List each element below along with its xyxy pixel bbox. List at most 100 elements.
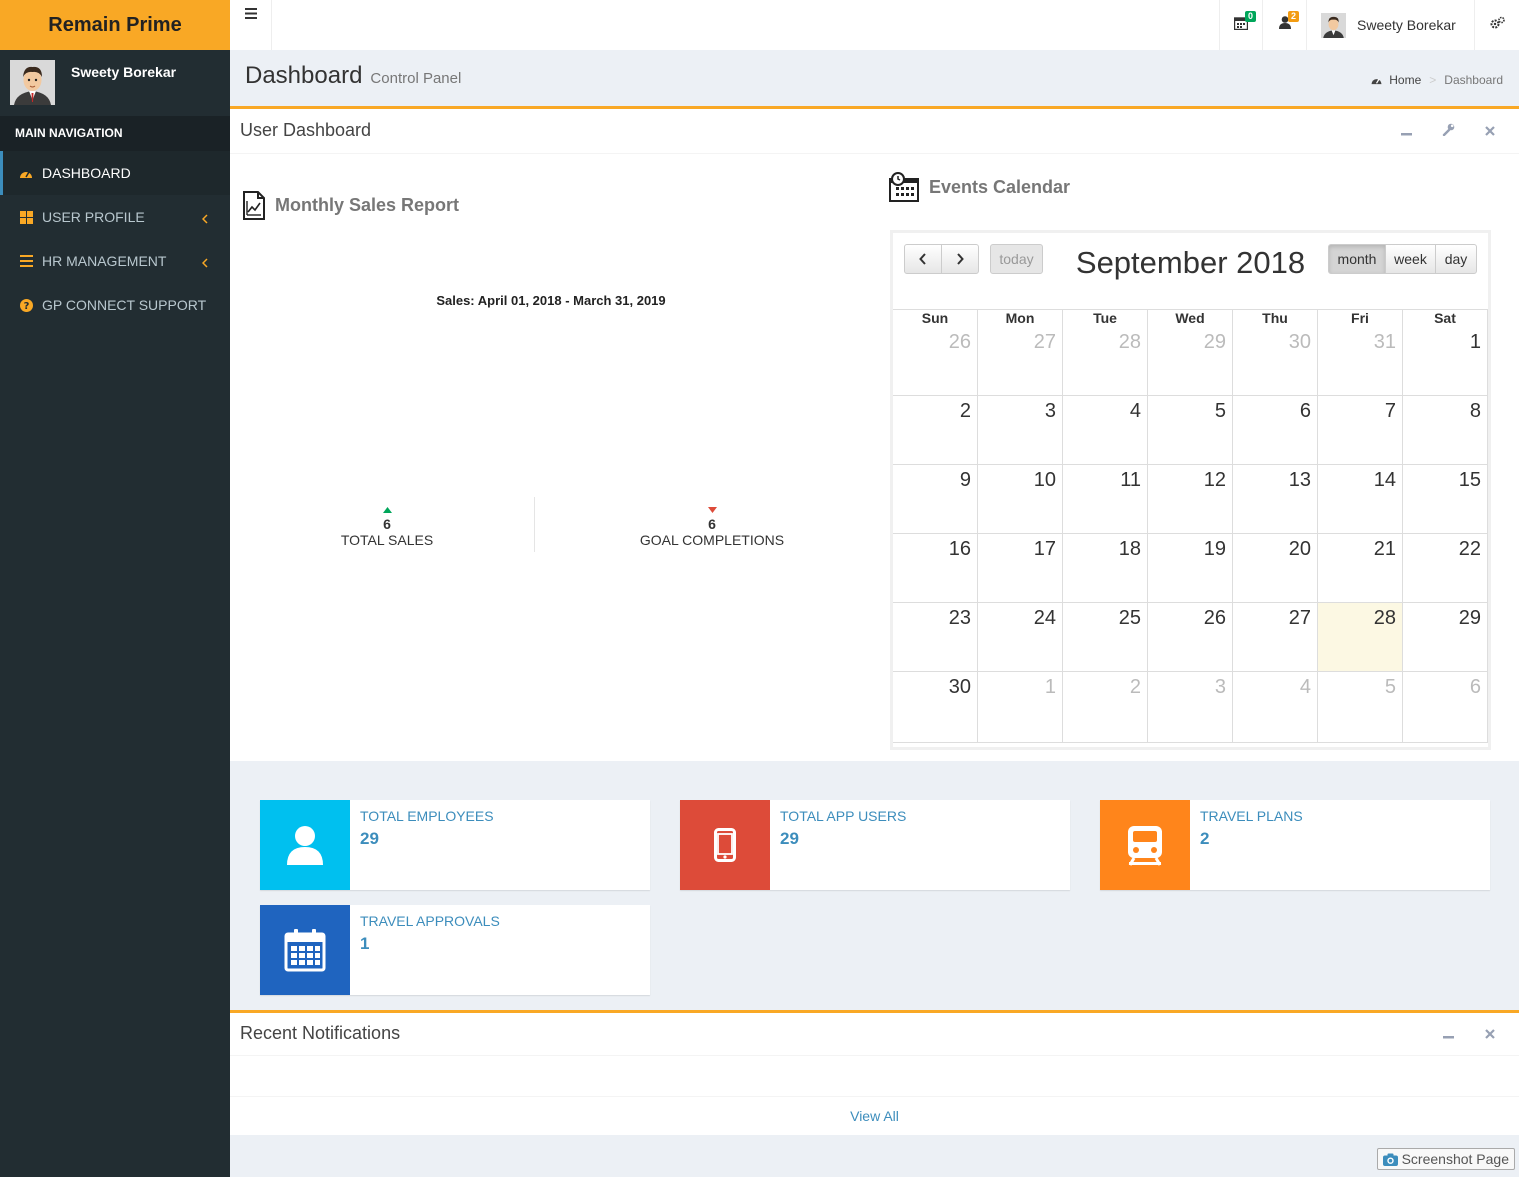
calendar-day-cell[interactable]: 6 bbox=[1403, 672, 1488, 743]
calendar-month-view-button[interactable]: month bbox=[1328, 244, 1386, 274]
calendar-day-cell[interactable]: 16 bbox=[893, 534, 978, 603]
app-logo[interactable]: Remain Prime bbox=[0, 0, 230, 50]
travel-approvals-card[interactable]: TRAVEL APPROVALS 1 bbox=[260, 905, 650, 995]
calendar-day-cell[interactable]: 9 bbox=[893, 465, 978, 534]
goal-completions-value: 6 bbox=[708, 516, 716, 532]
total-employees-card[interactable]: TOTAL EMPLOYEES 29 bbox=[260, 800, 650, 890]
total-app-users-card[interactable]: TOTAL APP USERS 29 bbox=[680, 800, 1070, 890]
calendar-day-cell[interactable]: 14 bbox=[1318, 465, 1403, 534]
calendar-day-cell[interactable]: 5 bbox=[1148, 396, 1233, 465]
sidebar-item-gp-connect-support[interactable]: ? GP CONNECT SUPPORT bbox=[0, 283, 230, 327]
calendar-day-cell[interactable]: 28 bbox=[1318, 603, 1403, 672]
calendar-day-cell[interactable]: 22 bbox=[1403, 534, 1488, 603]
calendar-day-cell[interactable]: 5 bbox=[1318, 672, 1403, 743]
calendar-day-cell[interactable]: 31 bbox=[1318, 327, 1403, 396]
content-header: Dashboard Control Panel bbox=[245, 62, 461, 90]
report-icon bbox=[242, 190, 266, 221]
avatar bbox=[1321, 12, 1346, 38]
calendar-day-cell[interactable]: 27 bbox=[1233, 603, 1318, 672]
calendar-day-view-button[interactable]: day bbox=[1435, 244, 1477, 274]
sidebar-item-user-profile[interactable]: USER PROFILE bbox=[0, 195, 230, 239]
calendar-day-cell[interactable]: 11 bbox=[1063, 465, 1148, 534]
calendar-week-view-button[interactable]: week bbox=[1385, 244, 1436, 274]
sidebar-toggle[interactable] bbox=[230, 0, 272, 50]
calendar-day-cell[interactable]: 23 bbox=[893, 603, 978, 672]
close-button[interactable] bbox=[1469, 1026, 1511, 1044]
calendar-day-cell[interactable]: 15 bbox=[1403, 465, 1488, 534]
calendar-day-cell[interactable]: 4 bbox=[1233, 672, 1318, 743]
calendar-day-header: Wed bbox=[1148, 309, 1233, 327]
question-circle-icon: ? bbox=[18, 297, 34, 313]
screenshot-page-label: Screenshot Page bbox=[1401, 1151, 1509, 1167]
calendar-day-cell[interactable]: 26 bbox=[1148, 603, 1233, 672]
employee-icon-box bbox=[260, 800, 350, 890]
calendar-day-cell[interactable]: 10 bbox=[978, 465, 1063, 534]
info-label: TOTAL EMPLOYEES bbox=[360, 808, 494, 824]
settings-button[interactable] bbox=[1474, 0, 1519, 50]
calendar-day-cell[interactable]: 27 bbox=[978, 327, 1063, 396]
travel-plans-card[interactable]: TRAVEL PLANS 2 bbox=[1100, 800, 1490, 890]
events-calendar: today September 2018 month week day Sun M… bbox=[890, 230, 1491, 750]
box-divider bbox=[230, 1055, 1519, 1056]
calendar-day-cell[interactable]: 21 bbox=[1318, 534, 1403, 603]
breadcrumb-home-link[interactable]: Home bbox=[1389, 73, 1421, 87]
sidebar-item-label: GP CONNECT SUPPORT bbox=[42, 297, 207, 313]
info-label: TRAVEL PLANS bbox=[1200, 808, 1303, 824]
calendar-day-cell[interactable]: 13 bbox=[1233, 465, 1318, 534]
calendar-day-cell[interactable]: 20 bbox=[1233, 534, 1318, 603]
sidebar-item-dashboard[interactable]: DASHBOARD bbox=[0, 151, 230, 195]
sidebar-item-label: USER PROFILE bbox=[42, 209, 145, 225]
calendar-day-cell[interactable]: 1 bbox=[978, 672, 1063, 743]
calendar-day-cell[interactable]: 7 bbox=[1318, 396, 1403, 465]
calendar-day-cell[interactable]: 6 bbox=[1233, 396, 1318, 465]
minus-icon bbox=[1442, 1036, 1454, 1039]
calendar-day-cell[interactable]: 4 bbox=[1063, 396, 1148, 465]
sidebar-user-name: Sweety Borekar bbox=[71, 64, 177, 80]
caret-down-icon bbox=[612, 500, 812, 516]
calendar-day-cell[interactable]: 29 bbox=[1403, 603, 1488, 672]
calendar-day-cell[interactable]: 2 bbox=[1063, 672, 1148, 743]
calendar-day-cell[interactable]: 28 bbox=[1063, 327, 1148, 396]
close-button[interactable] bbox=[1469, 123, 1511, 141]
sidebar-item-hr-management[interactable]: HR MANAGEMENT bbox=[0, 239, 230, 283]
calendar-day-cell[interactable]: 3 bbox=[1148, 672, 1233, 743]
calendar-day-cell[interactable]: 25 bbox=[1063, 603, 1148, 672]
calendar-day-cell[interactable]: 1 bbox=[1403, 327, 1488, 396]
page-subtitle: Control Panel bbox=[370, 70, 462, 87]
monthly-sales-title: Monthly Sales Report bbox=[242, 190, 459, 221]
box-divider bbox=[230, 1096, 1519, 1097]
calendar-day-cell[interactable]: 18 bbox=[1063, 534, 1148, 603]
user-notifications-button[interactable]: 2 bbox=[1262, 0, 1306, 50]
calendar-day-cell[interactable]: 30 bbox=[893, 672, 978, 743]
calendar-day-cell[interactable]: 3 bbox=[978, 396, 1063, 465]
monthly-sales-label: Monthly Sales Report bbox=[275, 195, 460, 215]
wrench-button[interactable] bbox=[1427, 123, 1469, 141]
info-label: TOTAL APP USERS bbox=[780, 808, 907, 824]
calendar-day-header: Tue bbox=[1063, 309, 1148, 327]
calendar-day-header: Fri bbox=[1318, 309, 1403, 327]
calendar-day-cell[interactable]: 8 bbox=[1403, 396, 1488, 465]
calendar-day-cell[interactable]: 30 bbox=[1233, 327, 1318, 396]
calendar-day-cell[interactable]: 24 bbox=[978, 603, 1063, 672]
calendar-day-cell[interactable]: 17 bbox=[978, 534, 1063, 603]
user-menu[interactable]: Sweety Borekar bbox=[1306, 0, 1474, 50]
calendar-today-button[interactable]: today bbox=[990, 244, 1043, 274]
calendar-day-cell[interactable]: 29 bbox=[1148, 327, 1233, 396]
calendar-day-cell[interactable]: 2 bbox=[893, 396, 978, 465]
camera-icon bbox=[1382, 1153, 1398, 1166]
calendar-day-cell[interactable]: 26 bbox=[893, 327, 978, 396]
collapse-button[interactable] bbox=[1427, 1026, 1469, 1044]
screenshot-page-button[interactable]: Screenshot Page bbox=[1376, 1148, 1515, 1170]
calendar-notifications-button[interactable]: 0 bbox=[1219, 0, 1262, 50]
box-tools bbox=[1385, 123, 1511, 141]
calendar-next-button[interactable] bbox=[941, 244, 979, 274]
view-all-link[interactable]: View All bbox=[230, 1108, 1519, 1124]
mobile-phone-icon bbox=[714, 828, 736, 862]
total-sales-value: 6 bbox=[383, 516, 391, 532]
calendar-day-cell[interactable]: 12 bbox=[1148, 465, 1233, 534]
collapse-button[interactable] bbox=[1385, 123, 1427, 141]
calendar-prev-button[interactable] bbox=[904, 244, 942, 274]
hamburger-icon bbox=[244, 6, 257, 50]
calendar-day-cell[interactable]: 19 bbox=[1148, 534, 1233, 603]
calendar-day-header: Sat bbox=[1403, 309, 1488, 327]
